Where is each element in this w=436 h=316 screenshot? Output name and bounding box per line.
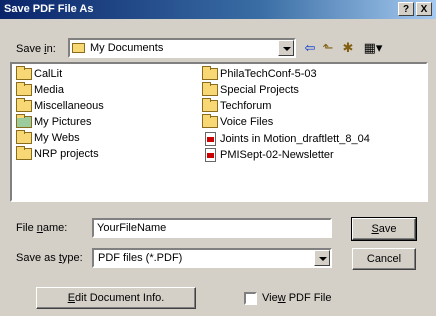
views-menu-icon[interactable]: ▦▾ (360, 39, 386, 57)
save-button[interactable]: Save (351, 217, 417, 241)
list-item[interactable]: Special Projects (202, 82, 299, 99)
pdf-file-icon (205, 148, 216, 162)
view-pdf-checkbox[interactable] (244, 292, 257, 305)
list-item[interactable]: CalLit (16, 66, 62, 83)
folder-icon (202, 66, 218, 81)
back-icon[interactable]: ⇦ (301, 39, 319, 57)
list-item[interactable]: PMISept-02-Newsletter (202, 148, 334, 163)
up-folder-icon[interactable]: ⬑ (319, 39, 337, 57)
edit-document-info-button[interactable]: Edit Document Info. (36, 287, 196, 309)
file-name-input[interactable]: YourFileName (92, 218, 332, 238)
help-button[interactable]: ? (398, 2, 414, 16)
folder-icon (202, 98, 218, 113)
list-item[interactable]: Joints in Motion_draftlett_8_04 (202, 132, 370, 147)
folder-icon (16, 82, 32, 97)
folder-icon (202, 82, 218, 97)
save-as-type-dropdown[interactable]: PDF files (*.PDF) (92, 248, 332, 268)
save-in-dropdown[interactable]: My Documents (68, 38, 296, 58)
folder-icon (72, 43, 85, 53)
folder-icon (16, 130, 32, 145)
list-item[interactable]: My Pictures (16, 114, 91, 131)
view-pdf-label[interactable]: View PDF File (262, 292, 332, 304)
pictures-folder-icon (16, 114, 32, 129)
chevron-down-icon[interactable] (314, 250, 330, 266)
folder-icon (16, 146, 32, 161)
save-as-type-label: Save as type: (16, 252, 83, 264)
folder-icon (16, 66, 32, 81)
title-bar: Save PDF File As ? X (0, 0, 436, 19)
close-button[interactable]: X (416, 2, 432, 16)
list-item[interactable]: Techforum (202, 98, 271, 115)
list-item[interactable]: Media (16, 82, 64, 99)
list-item[interactable]: Miscellaneous (16, 98, 104, 115)
folder-icon (16, 98, 32, 113)
file-name-label: File name: (16, 222, 68, 234)
list-item[interactable]: My Webs (16, 130, 80, 147)
list-item[interactable]: NRP projects (16, 146, 99, 163)
list-item[interactable]: PhilaTechConf-5-03 (202, 66, 317, 83)
save-in-label: Save in: (16, 43, 56, 55)
cancel-button[interactable]: Cancel (352, 248, 416, 270)
folder-icon (202, 114, 218, 129)
chevron-down-icon[interactable] (278, 40, 294, 56)
list-item[interactable]: Voice Files (202, 114, 273, 131)
window-title: Save PDF File As (4, 3, 94, 15)
new-folder-icon[interactable]: ✱ (339, 39, 357, 57)
file-list[interactable]: CalLit Media Miscellaneous My Pictures M… (10, 62, 428, 202)
pdf-file-icon (205, 132, 216, 146)
